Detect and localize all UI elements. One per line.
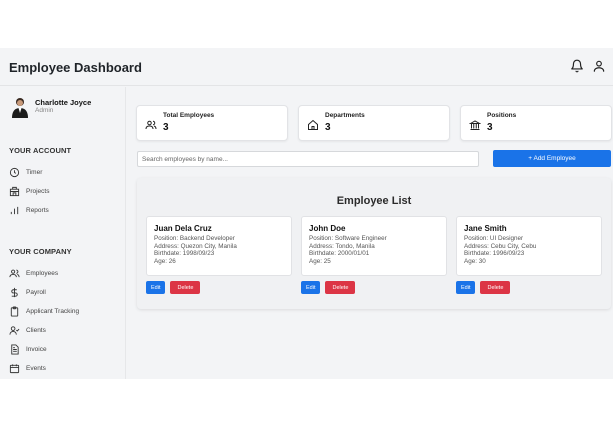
sidebar-item-events[interactable]: Events — [9, 361, 119, 375]
dollar-icon — [11, 287, 18, 297]
sidebar-item-label: Events — [26, 364, 46, 372]
user-icon[interactable] — [592, 59, 606, 73]
building-icon — [9, 186, 20, 196]
account-section-title: YOUR ACCOUNT — [9, 146, 72, 155]
employee-position: Position: Backend Developer — [154, 235, 235, 242]
sidebar-item-label: Invoice — [26, 345, 47, 353]
employee-name: Juan Dela Cruz — [154, 224, 212, 233]
employee-name: Jane Smith — [464, 224, 507, 233]
user-name: Charlotte Joyce — [35, 98, 92, 107]
stat-card-departments: Departments 3 — [298, 105, 450, 141]
users-icon — [145, 118, 157, 130]
employee-card-body: Juan Dela Cruz Position: Backend Develop… — [146, 216, 292, 276]
stat-label: Departments — [325, 112, 365, 119]
employee-birthdate: Birthdate: 1998/09/23 — [154, 250, 215, 258]
sidebar-item-label: Employees — [26, 269, 59, 277]
sidebar-item-projects[interactable]: Projects — [9, 184, 119, 198]
employee-card-body: John Doe Position: Software Engineer Add… — [301, 216, 447, 276]
edit-button[interactable]: Edit — [146, 281, 166, 294]
stat-value: 3 — [487, 122, 493, 133]
stat-card-positions: Positions 3 — [460, 105, 612, 141]
employee-actions: Edit Delete — [456, 281, 602, 294]
company-section-title: YOUR COMPANY — [9, 247, 72, 256]
sidebar-item-employees[interactable]: Employees — [9, 266, 119, 280]
search-input[interactable] — [137, 151, 479, 167]
sidebar-item-label: Projects — [26, 187, 50, 195]
employee-card: Juan Dela Cruz Position: Backend Develop… — [146, 216, 292, 294]
employee-card: Jane Smith Position: UI Designer Address… — [456, 216, 602, 294]
sidebar-item-reports[interactable]: Reports — [9, 203, 119, 217]
file-icon — [11, 343, 19, 355]
stat-label: Positions — [487, 112, 517, 119]
bar-chart-icon — [10, 206, 19, 214]
employee-age: Age: 30 — [464, 257, 486, 265]
avatar[interactable] — [10, 96, 30, 118]
clipboard-icon — [10, 305, 19, 317]
edit-button[interactable]: Edit — [456, 281, 476, 294]
employee-name: John Doe — [309, 224, 346, 233]
user-check-icon — [9, 325, 20, 335]
delete-button[interactable]: Delete — [480, 281, 511, 294]
user-role: Admin — [35, 107, 54, 114]
employee-list-panel: Employee List Juan Dela Cruz Position: B… — [137, 178, 611, 309]
sidebar-item-timer[interactable]: Timer — [9, 165, 119, 179]
employee-list-title: Employee List — [336, 195, 412, 207]
clock-icon — [9, 167, 20, 177]
employee-position: Position: Software Engineer — [309, 235, 387, 242]
sidebar-item-applicant-tracking[interactable]: Applicant Tracking — [9, 304, 119, 318]
sidebar-item-clients[interactable]: Clients — [9, 323, 119, 337]
employee-card-body: Jane Smith Position: UI Designer Address… — [456, 216, 602, 276]
employee-address: Address: Quezon City, Manila — [154, 242, 237, 250]
employee-card: John Doe Position: Software Engineer Add… — [301, 216, 447, 294]
home-icon — [307, 118, 319, 130]
sidebar-item-label: Clients — [26, 326, 46, 334]
stat-value: 3 — [163, 122, 169, 133]
sidebar-item-label: Reports — [26, 206, 49, 214]
sidebar-item-label: Timer — [26, 168, 43, 176]
edit-button[interactable]: Edit — [301, 281, 321, 294]
sidebar-item-payroll[interactable]: Payroll — [9, 285, 119, 299]
main-content: Total Employees 3 Departments 3 Position… — [127, 87, 613, 379]
top-bar: Employee Dashboard — [0, 48, 613, 86]
delete-button[interactable]: Delete — [170, 281, 201, 294]
delete-button[interactable]: Delete — [325, 281, 356, 294]
employee-birthdate: Birthdate: 2000/01/01 — [309, 250, 370, 258]
employee-address: Address: Cebu City, Cebu — [464, 242, 537, 250]
stat-label: Total Employees — [163, 112, 215, 119]
employee-address: Address: Tondo, Manila — [309, 242, 375, 250]
add-employee-button[interactable]: + Add Employee — [493, 150, 611, 167]
employee-position: Position: UI Designer — [464, 235, 524, 242]
employee-birthdate: Birthdate: 1996/09/23 — [464, 250, 525, 258]
employee-actions: Edit Delete — [301, 281, 447, 294]
bank-icon — [468, 118, 482, 130]
sidebar-item-invoice[interactable]: Invoice — [9, 342, 119, 356]
employee-age: Age: 26 — [154, 257, 176, 265]
sidebar-item-label: Payroll — [26, 288, 46, 296]
sidebar-item-label: Applicant Tracking — [26, 307, 80, 315]
employee-age: Age: 25 — [309, 257, 331, 265]
calendar-icon — [9, 363, 20, 373]
stat-card-total-employees: Total Employees 3 — [136, 105, 288, 141]
stat-value: 3 — [325, 122, 331, 133]
employee-actions: Edit Delete — [146, 281, 292, 294]
sidebar: Charlotte Joyce Admin YOUR ACCOUNT Timer… — [0, 87, 126, 379]
users-icon — [9, 269, 20, 277]
page-title: Employee Dashboard — [9, 60, 142, 75]
bell-icon[interactable] — [570, 59, 584, 73]
app-window: Employee Dashboard Charlotte Joyce Admin… — [0, 48, 613, 379]
